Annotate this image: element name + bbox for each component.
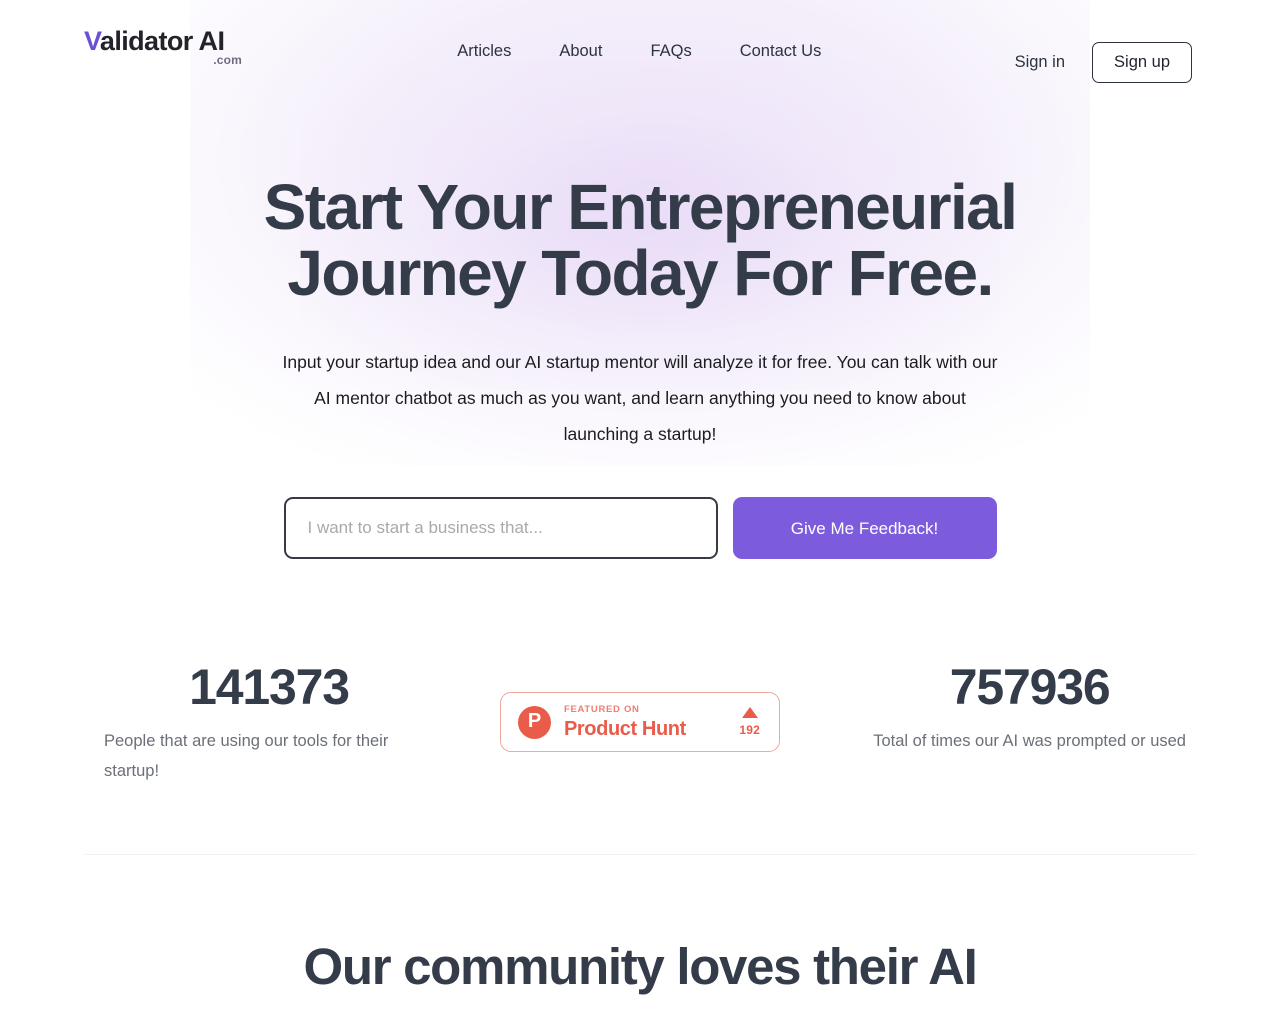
stat-ai-prompts: 757936 Total of times our AI was prompte… <box>873 662 1196 756</box>
stat-right-number: 757936 <box>949 659 1111 715</box>
product-hunt-badge[interactable]: P FEATURED ON Product Hunt 192 <box>499 692 780 752</box>
stat-left-description: People that are using our tools for thei… <box>104 732 389 780</box>
sign-up-button[interactable]: Sign up <box>1092 42 1192 83</box>
nav-item-articles[interactable]: Articles <box>457 42 511 61</box>
give-me-feedback-button[interactable]: Give Me Feedback! <box>732 497 997 559</box>
nav-item-about[interactable]: About <box>559 42 602 61</box>
product-hunt-icon: P <box>517 705 551 739</box>
logo[interactable]: Validator AI .com <box>84 26 244 67</box>
idea-search-row: Give Me Feedback! <box>0 497 1280 559</box>
product-hunt-upvote-group[interactable]: 192 <box>739 706 762 738</box>
community-heading: Our community loves their AI <box>303 938 977 995</box>
hero-title-line-1: Start Your Entrepreneurial <box>263 171 1018 243</box>
product-hunt-featured-label: FEATURED ON <box>563 704 640 716</box>
stats-section: 141373 People that are using our tools f… <box>0 662 1280 786</box>
site-header: Validator AI .com Articles About FAQs Co… <box>0 0 1280 110</box>
page-root: Validator AI .com Articles About FAQs Co… <box>0 0 1280 992</box>
stat-left-number: 141373 <box>189 659 350 715</box>
logo-wordmark: Validator AI <box>84 26 225 56</box>
product-hunt-label-group: FEATURED ON Product Hunt <box>564 705 726 739</box>
upvote-triangle-icon <box>741 706 758 718</box>
hero-title-line-2: Journey Today For Free. <box>287 237 994 309</box>
nav-item-faqs[interactable]: FAQs <box>650 42 691 61</box>
product-hunt-upvote-count: 192 <box>739 722 760 737</box>
nav-item-contact-us[interactable]: Contact Us <box>740 42 822 61</box>
product-hunt-badge-wrapper: P FEATURED ON Product Hunt 192 <box>499 662 780 752</box>
stat-people-using-tools: 141373 People that are using our tools f… <box>84 662 434 786</box>
logo-tld: .com <box>213 53 242 67</box>
product-hunt-name: Product Hunt <box>563 717 686 740</box>
auth-actions: Sign in Sign up <box>1015 42 1192 83</box>
sign-in-link[interactable]: Sign in <box>1015 53 1065 72</box>
community-section: Our community loves their AI <box>0 855 1280 992</box>
idea-input[interactable] <box>283 497 718 559</box>
stat-right-description: Total of times our AI was prompted or us… <box>873 732 1186 750</box>
logo-text: alidator AI <box>99 26 225 56</box>
hero-title: Start Your Entrepreneurial Journey Today … <box>200 174 1080 306</box>
hero-section: Start Your Entrepreneurial Journey Today … <box>0 110 1280 559</box>
logo-v-mark: V <box>84 26 101 56</box>
main-navigation: Articles About FAQs Contact Us <box>264 42 1015 61</box>
hero-subtitle: Input your startup idea and our AI start… <box>282 352 998 444</box>
